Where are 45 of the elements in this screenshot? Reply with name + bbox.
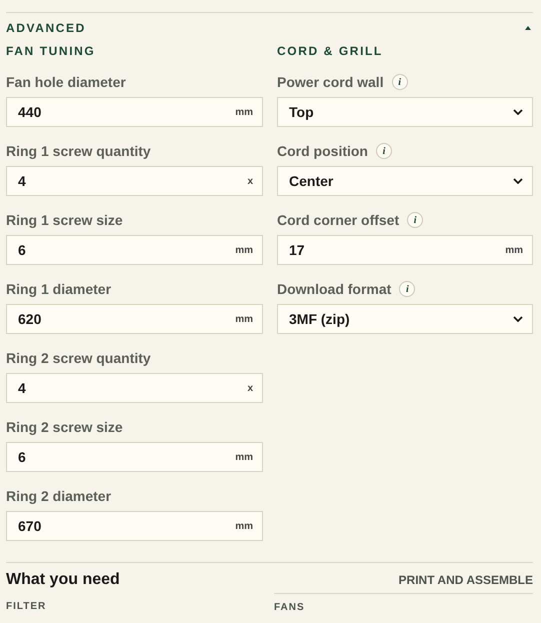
number-input-field[interactable]: 6 mm (6, 442, 263, 472)
field-label: Download format (277, 281, 392, 297)
number-input-field[interactable]: 440 mm (6, 97, 263, 127)
collapse-caret-icon[interactable] (525, 26, 531, 30)
number-input-field[interactable]: 17 mm (277, 235, 533, 265)
chevron-down-icon (513, 316, 523, 322)
unit-label: x (247, 176, 253, 186)
number-input-field[interactable]: 620 mm (6, 304, 263, 334)
field-label: Ring 2 screw size (6, 419, 123, 435)
unit-label: mm (235, 314, 253, 324)
section-heading: What you need (6, 571, 120, 589)
field-label: Ring 1 diameter (6, 281, 112, 297)
unit-label: mm (235, 106, 253, 118)
unit-label: mm (235, 520, 253, 532)
unit-label: mm (505, 244, 523, 256)
info-icon[interactable]: i (407, 212, 424, 228)
group-heading: FANS (274, 602, 305, 613)
field-label: Cord corner offset (277, 212, 400, 228)
unit-label: x (247, 382, 253, 394)
unit-label: mm (235, 452, 253, 462)
info-icon[interactable]: i (392, 74, 408, 90)
field-label: Power cord wall (277, 74, 384, 90)
number-input-field[interactable]: 6 mm (6, 235, 263, 265)
group-heading: FAN TUNING (6, 44, 96, 58)
number-input-field[interactable]: 4 x (6, 373, 263, 403)
section-title: ADVANCED (6, 21, 86, 35)
print-and-assemble-link[interactable]: PRINT AND ASSEMBLE (398, 573, 533, 587)
group-heading: FILTER (6, 601, 46, 612)
select-field[interactable]: 3MF (zip) (277, 304, 533, 334)
number-input-field[interactable]: 4 x (6, 166, 263, 196)
info-icon[interactable]: i (399, 281, 416, 297)
field-label: Cord position (277, 143, 368, 159)
select-field[interactable]: Center (277, 166, 533, 196)
number-input-field[interactable]: 670 mm (6, 511, 263, 541)
field-label: Fan hole diameter (6, 74, 126, 90)
field-label: Ring 1 screw quantity (6, 143, 151, 159)
group-heading: CORD & GRILL (277, 44, 384, 58)
chevron-down-icon (513, 178, 523, 184)
select-field[interactable]: Top (277, 97, 533, 127)
field-label: Ring 2 diameter (6, 488, 112, 504)
field-label: Ring 2 screw quantity (6, 350, 151, 366)
unit-label: mm (235, 244, 253, 256)
info-icon[interactable]: i (376, 143, 392, 159)
chevron-down-icon (513, 109, 523, 115)
field-label: Ring 1 screw size (6, 212, 123, 228)
